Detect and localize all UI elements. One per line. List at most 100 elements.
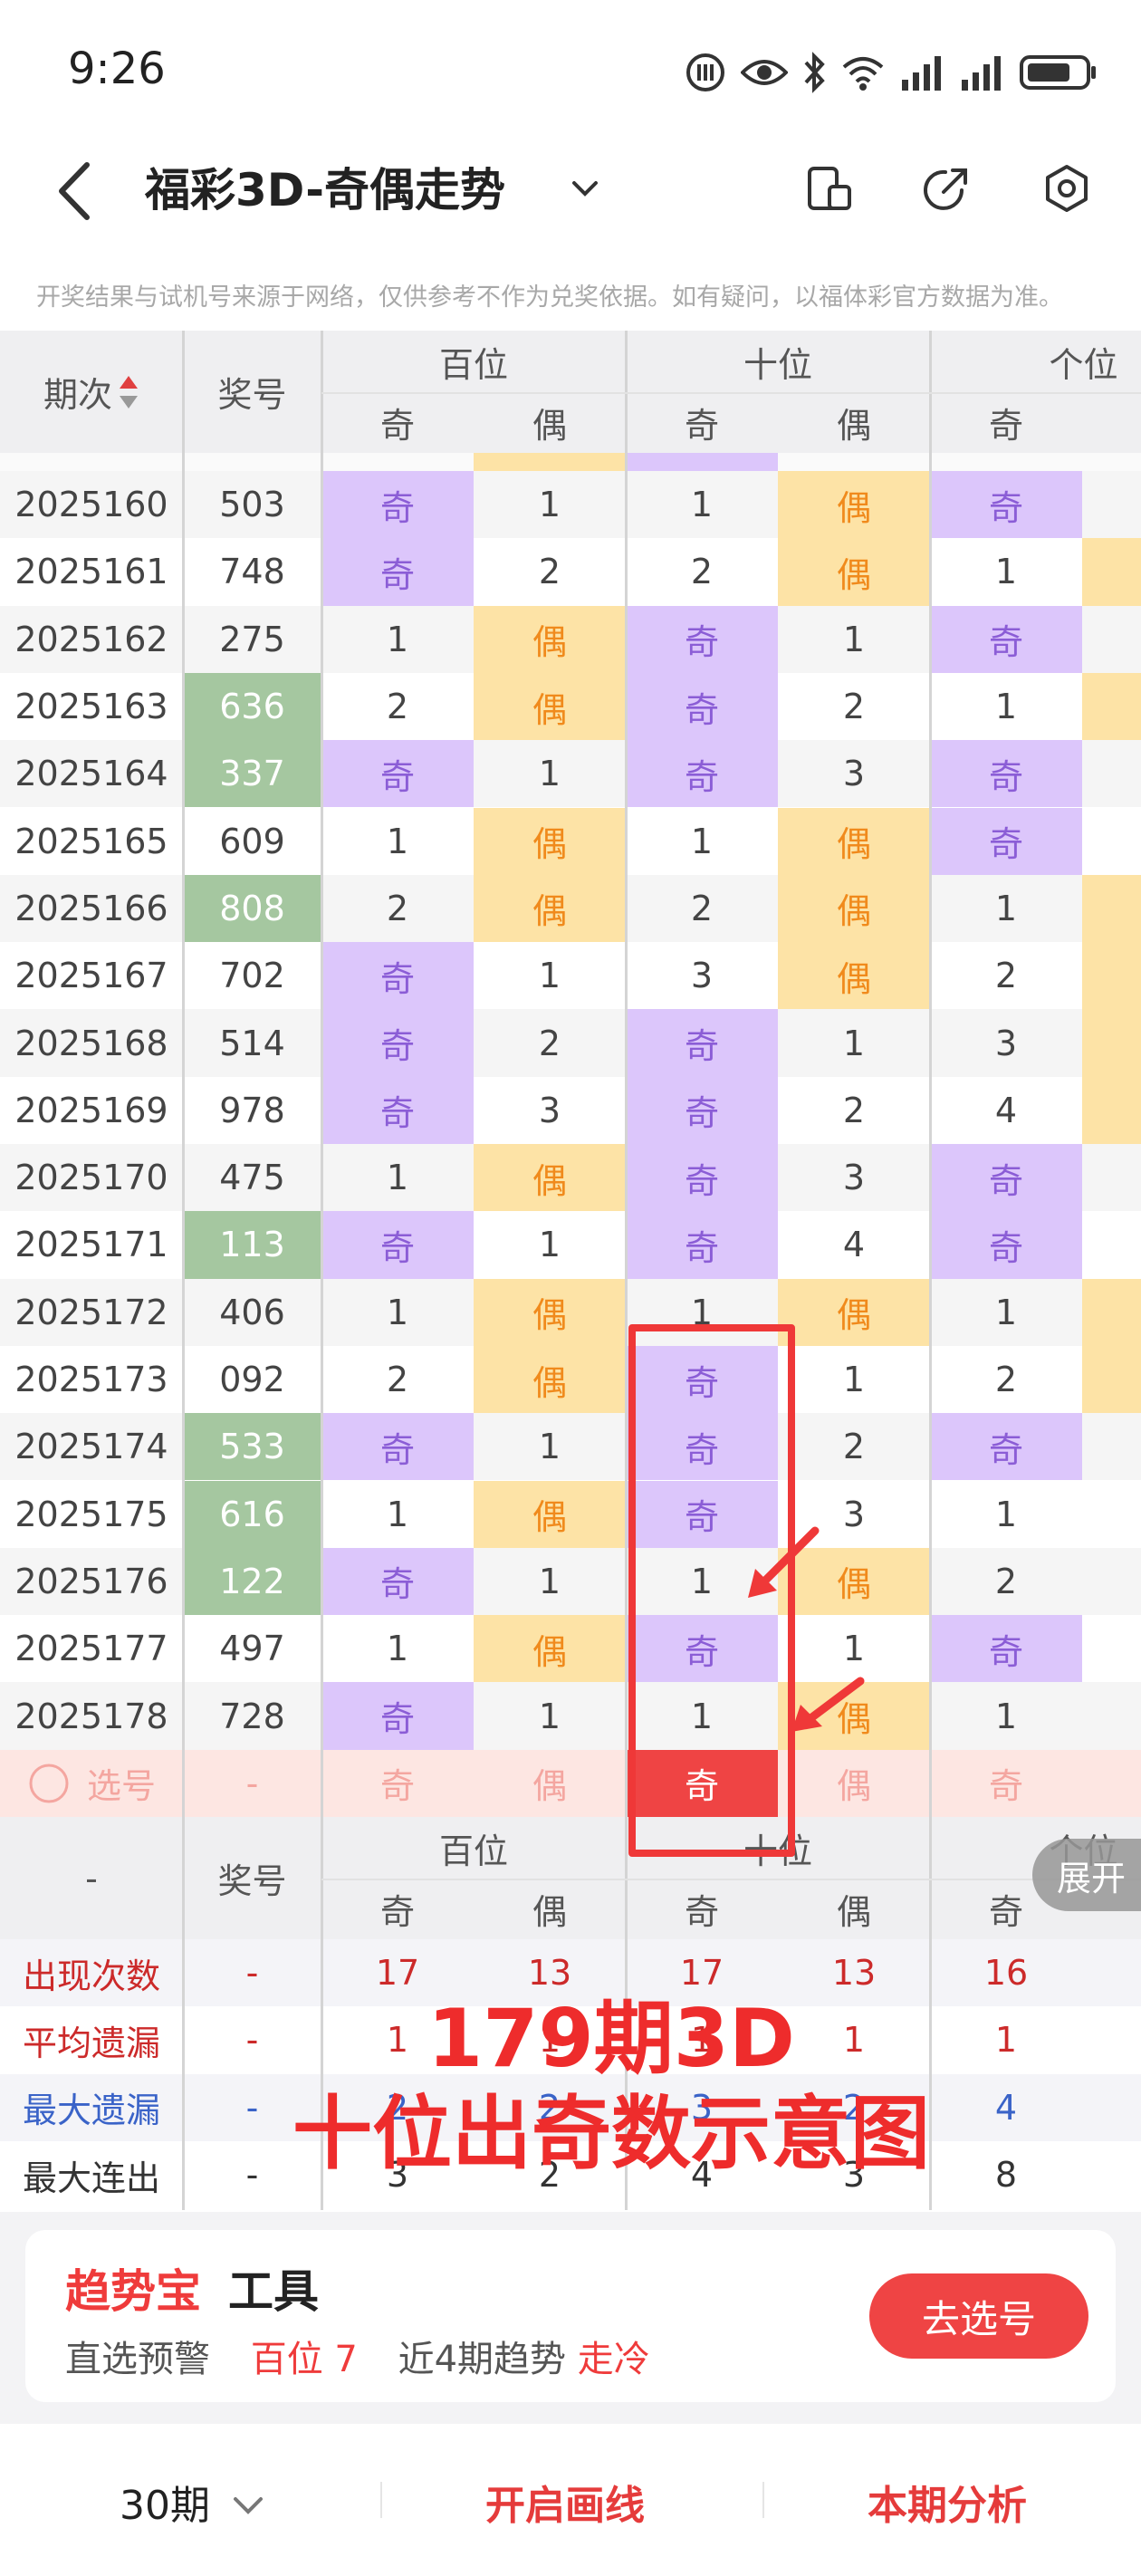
parity-cell: 2 [842,687,866,727]
page-title[interactable]: 福彩3D-奇偶走势 [145,154,505,219]
stats-sub-header: 偶 [836,1892,871,1932]
period-selector[interactable]: 30期 [120,2473,266,2531]
period-cell: 2025162 [14,619,168,659]
trend-label: 近4期趋势 [398,2339,567,2380]
parity-cell: 偶 [474,1278,626,1346]
parity-cell: 奇 [321,1009,474,1077]
select-option[interactable]: 偶 [778,1750,930,1817]
stats-sub-header: 奇 [684,1892,719,1932]
select-option[interactable]: 偶 [474,1750,626,1817]
parity-cell: 奇 [930,1144,1082,1212]
parity-cell: 1 [842,1629,866,1669]
radio-icon [29,1764,69,1803]
chevron-down-icon[interactable] [569,172,601,205]
parity-cell-partial [1082,1413,1141,1481]
stats-value: 16 [983,1953,1029,1994]
parity-cell: 1 [842,619,866,659]
period-cell: 2025178 [14,1696,168,1736]
parity-cell: 奇 [930,605,1082,673]
period-cell: 2025166 [14,888,168,928]
parity-cell: 3 [842,1158,866,1198]
parity-cell: 偶 [778,471,930,539]
select-option[interactable]: 奇 [930,1750,1082,1817]
parity-cell-partial [1082,740,1141,808]
parity-cell: 1 [538,956,561,996]
disclaimer-text: 开奖结果与试机号来源于网络，仅供参考不作为兑奖依据。如有疑问，以福体彩官方数据为… [36,284,1063,312]
partial-cell [626,453,778,471]
parity-cell: 奇 [930,1615,1082,1683]
period-cell: 2025174 [14,1427,168,1467]
back-icon[interactable] [53,159,98,223]
parity-cell: 1 [690,821,714,861]
period-selector-label: 30期 [120,2483,210,2529]
analysis-button[interactable]: 本期分析 [868,2473,1027,2531]
parity-cell: 1 [538,485,561,525]
parity-cell: 2 [538,552,561,592]
number-cell: 406 [219,1292,285,1332]
stats-value: 1 [994,2020,1018,2061]
parity-cell: 1 [386,1292,409,1332]
parity-cell-partial [1082,605,1141,673]
device-icon[interactable] [804,163,855,214]
parity-cell: 1 [842,1023,866,1063]
divider [762,2482,764,2518]
parity-cell: 1 [994,1494,1018,1534]
parity-cell: 1 [994,888,1018,928]
grid-line [321,1879,1141,1880]
parity-cell: 2 [690,888,714,928]
parity-cell: 1 [386,1629,409,1669]
number-cell: 113 [183,1211,321,1279]
period-cell: 2025167 [14,956,168,996]
go-select-button[interactable]: 去选号 [869,2273,1088,2359]
parity-cell: 1 [538,1696,561,1736]
nfc-icon [686,53,724,91]
grid-line [929,331,932,2210]
number-cell: 978 [219,1090,285,1130]
settings-icon[interactable] [1041,163,1092,214]
bluetooth-icon [804,52,825,93]
partial-cell [474,453,626,471]
period-cell: 2025172 [14,1292,168,1332]
share-icon[interactable] [922,163,973,214]
period-cell: 2025165 [14,821,168,861]
select-dash: - [245,1763,259,1803]
tool-card-info: 直选预警 百位 7 近4期趋势 走冷 [65,2330,650,2382]
overlay-caption-line2: 十位出奇数示意图 [292,2087,930,2180]
draw-lines-button[interactable]: 开启画线 [485,2473,645,2531]
parity-cell: 奇 [321,1682,474,1750]
stats-label: 出现次数 [22,1956,160,1996]
parity-cell: 1 [538,1427,561,1467]
column-group: 百位 [438,344,508,385]
parity-cell-partial [1082,942,1141,1010]
sub-column-header: 奇 [379,406,415,446]
parity-cell: 奇 [930,807,1082,875]
expand-button[interactable]: 展开 [1032,1839,1141,1911]
parity-cell: 1 [690,485,714,525]
screen: 9:26 福彩3D-奇偶走势 开奖结果与试机号来源于网络，仅供参考不作为兑奖依据… [0,0,1141,2576]
parity-cell: 奇 [321,1413,474,1481]
select-option[interactable]: 奇 [321,1750,474,1817]
period-cell: 2025173 [14,1360,168,1400]
parity-cell: 奇 [626,1144,778,1212]
stats-label: 平均遗漏 [22,2023,160,2063]
period-cell: 2025168 [14,1023,168,1063]
select-number-button[interactable]: 选号 [0,1750,183,1817]
parity-cell: 奇 [930,471,1082,539]
period-cell: 2025164 [14,754,168,794]
parity-cell: 奇 [626,1076,778,1144]
period-cell: 2025163 [14,687,168,727]
period-cell: 2025177 [14,1629,168,1669]
parity-cell: 1 [386,821,409,861]
number-cell: 497 [219,1629,285,1669]
parity-cell: 奇 [626,672,778,741]
column-period[interactable]: 期次 [0,331,183,453]
parity-cell: 1 [538,754,561,794]
parity-cell: 偶 [474,1144,626,1212]
parity-cell: 2 [538,1023,561,1063]
parity-cell: 3 [538,1090,561,1130]
sub-column-header: 奇 [988,406,1023,446]
stats-label: 最大遗漏 [22,2091,160,2131]
grid-line [321,331,323,2210]
arrow-icon [748,1526,820,1598]
parity-cell: 3 [842,754,866,794]
